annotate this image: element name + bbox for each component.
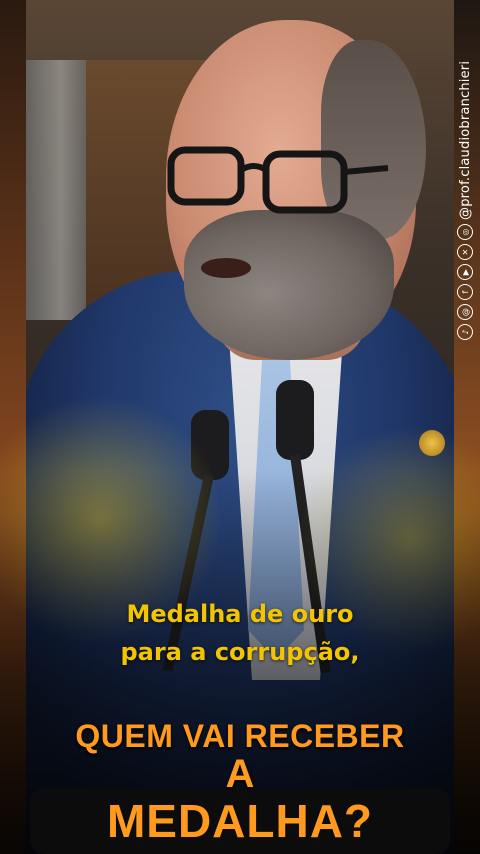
handle-text: @prof.claudiobranchieri (457, 60, 473, 220)
video-frame: ♪ @ f ▶ ✕ ◎ @prof.claudiobranchieri Meda… (0, 0, 480, 854)
instagram-icon: ◎ (457, 224, 473, 240)
caption-line-2: para a corrupção, (120, 638, 360, 666)
headline-banner: QUEM VAI RECEBER A MEDALHA? (30, 718, 450, 854)
x-icon: ✕ (457, 244, 473, 260)
banner-top-text: QUEM VAI RECEBER (75, 718, 405, 754)
youtube-icon: ▶ (457, 264, 473, 280)
caption-line-1: Medalha de ouro (126, 600, 354, 628)
facebook-icon: f (457, 284, 473, 300)
threads-icon: @ (457, 304, 473, 320)
tiktok-icon: ♪ (457, 324, 473, 340)
banner-box: MEDALHA? (30, 788, 450, 854)
social-handle-overlay: ♪ @ f ▶ ✕ ◎ @prof.claudiobranchieri (432, 60, 473, 340)
caption: Medalha de ouro para a corrupção, (40, 595, 440, 671)
banner-main-text: MEDALHA? (106, 795, 374, 847)
banner-middle-text: A (225, 752, 255, 796)
